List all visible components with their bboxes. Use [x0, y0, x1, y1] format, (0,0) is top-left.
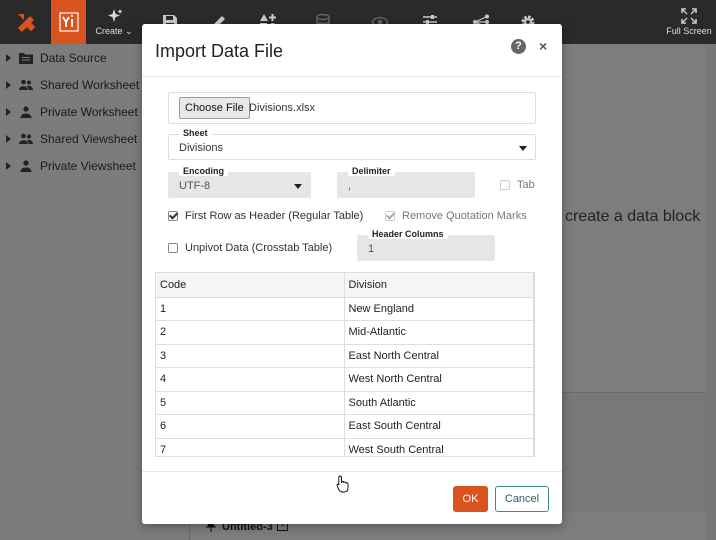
- tab-label: Tab: [517, 179, 535, 191]
- sheet-value: Divisions: [179, 142, 224, 154]
- file-picker: Choose File Divisions.xlsx: [168, 92, 536, 124]
- table-cell: South Atlantic: [344, 391, 534, 415]
- tree-item-private-worksheet[interactable]: Private Worksheet: [0, 100, 142, 124]
- remove-quotes-checkbox[interactable]: [385, 211, 395, 221]
- header-columns-field[interactable]: Header Columns 1: [357, 229, 495, 261]
- remove-quotes-row[interactable]: Remove Quotation Marks: [385, 210, 527, 222]
- table-row: 5 South Atlantic: [156, 391, 534, 415]
- help-icon[interactable]: ?: [511, 39, 526, 54]
- table-cell: East North Central: [344, 344, 534, 368]
- unpivot-label: Unpivot Data (Crosstab Table): [185, 242, 333, 254]
- dialog-header: Import Data File ? ×: [142, 24, 562, 77]
- first-row-header-checkbox[interactable]: [168, 211, 178, 221]
- table-cell: Mid-Atlantic: [344, 320, 534, 345]
- expand-caret-icon[interactable]: [6, 135, 11, 143]
- expand-icon: [681, 8, 697, 24]
- dialog-footer: OK Cancel: [142, 471, 562, 524]
- users-icon: [19, 133, 33, 144]
- table-cell: 3: [156, 344, 345, 368]
- sheet-select[interactable]: Sheet Divisions: [168, 128, 536, 160]
- table-cell: 5: [156, 391, 345, 415]
- yi-logo-icon: [58, 12, 79, 32]
- tree-item-shared-viewsheet[interactable]: Shared Viewsheet: [0, 127, 142, 151]
- full-screen-label: Full Screen: [666, 26, 712, 36]
- folder-icon: [19, 53, 33, 64]
- column-header-division: Division: [344, 273, 534, 298]
- selected-file-name: Divisions.xlsx: [249, 102, 316, 114]
- hand-cursor-icon: [336, 475, 349, 493]
- table-cell: New England: [344, 297, 534, 321]
- table-header-row: Code Division: [156, 273, 534, 298]
- table-row: 2 Mid-Atlantic: [156, 320, 534, 345]
- expand-caret-icon[interactable]: [6, 81, 11, 89]
- tree-item-label: Private Viewsheet: [40, 159, 136, 173]
- column-header-code: Code: [156, 273, 345, 298]
- tree-item-private-viewsheet[interactable]: Private Viewsheet: [0, 154, 142, 178]
- first-row-header-label: First Row as Header (Regular Table): [185, 210, 364, 222]
- user-icon: [20, 106, 32, 118]
- delimiter-field[interactable]: Delimiter ,: [337, 166, 475, 198]
- table-row: 6 East South Central: [156, 414, 534, 439]
- table-cell: 2: [156, 320, 345, 345]
- import-data-file-dialog: Import Data File ? × Choose File Divisio…: [142, 24, 562, 524]
- tree-item-label: Data Source: [40, 51, 107, 65]
- delimiter-label: Delimiter: [348, 166, 395, 176]
- user-icon: [20, 160, 32, 172]
- chevron-down-icon: [294, 184, 302, 189]
- create-button[interactable]: Create ⌄: [93, 0, 135, 44]
- app-logo[interactable]: [0, 0, 51, 44]
- tree-item-label: Private Worksheet: [40, 105, 138, 119]
- table-cell: 7: [156, 438, 345, 456]
- ok-button[interactable]: OK: [453, 486, 488, 512]
- expand-caret-icon[interactable]: [6, 162, 11, 170]
- table-cell: East South Central: [344, 414, 534, 439]
- table-cell: 1: [156, 297, 345, 321]
- choose-file-button[interactable]: Choose File: [179, 97, 250, 119]
- repository-tree: Data Source Shared Worksheet Private Wor…: [0, 44, 142, 540]
- tree-item-label: Shared Viewsheet: [40, 132, 138, 146]
- sheet-label: Sheet: [179, 128, 212, 138]
- expand-caret-icon[interactable]: [6, 108, 11, 116]
- workspace-lower-panel: [562, 392, 716, 512]
- cancel-button[interactable]: Cancel: [495, 486, 549, 512]
- dialog-title: Import Data File: [155, 41, 284, 61]
- encoding-value: UTF-8: [179, 180, 211, 192]
- data-preview-table[interactable]: Code Division 1 New England 2 Mid-Atlantic…: [155, 272, 535, 457]
- table-row: 7 West South Central: [156, 438, 534, 456]
- preview-table: Code Division 1 New England 2 Mid-Atlantic…: [156, 273, 534, 456]
- tree-item-shared-worksheet[interactable]: Shared Worksheet: [0, 73, 142, 97]
- header-columns-label: Header Columns: [368, 229, 448, 239]
- workspace-hint-text: create a data block: [565, 208, 701, 225]
- header-columns-value: 1: [368, 243, 375, 255]
- table-cell: 6: [156, 414, 345, 439]
- logo-icon: [17, 14, 35, 32]
- unpivot-row[interactable]: Unpivot Data (Crosstab Table): [168, 242, 332, 254]
- home-button[interactable]: [51, 0, 86, 44]
- tab-checkbox[interactable]: [500, 180, 510, 190]
- delimiter-value: ,: [348, 180, 352, 192]
- users-icon: [19, 79, 33, 90]
- create-label: Create ⌄: [95, 25, 133, 36]
- remove-quotes-label: Remove Quotation Marks: [402, 210, 527, 222]
- page-scrollbar[interactable]: [705, 44, 716, 540]
- full-screen-button[interactable]: Full Screen: [662, 0, 716, 44]
- tab-checkbox-row[interactable]: Tab: [500, 179, 535, 191]
- encoding-select[interactable]: Encoding UTF-8: [168, 166, 311, 198]
- first-row-header-row[interactable]: First Row as Header (Regular Table): [168, 210, 363, 222]
- table-cell: West South Central: [344, 438, 534, 456]
- unpivot-checkbox[interactable]: [168, 243, 178, 253]
- tree-item-label: Shared Worksheet: [40, 78, 140, 92]
- encoding-label: Encoding: [179, 166, 228, 176]
- table-row: 3 East North Central: [156, 344, 534, 368]
- table-cell: West North Central: [344, 367, 534, 392]
- close-icon[interactable]: ×: [539, 38, 547, 54]
- table-row: 4 West North Central: [156, 367, 534, 392]
- table-cell: 4: [156, 367, 345, 392]
- tree-item-data-source[interactable]: Data Source: [0, 46, 142, 70]
- expand-caret-icon[interactable]: [6, 54, 11, 62]
- table-row: 1 New England: [156, 297, 534, 321]
- sparkle-icon: [108, 8, 123, 22]
- chevron-down-icon: [519, 146, 527, 151]
